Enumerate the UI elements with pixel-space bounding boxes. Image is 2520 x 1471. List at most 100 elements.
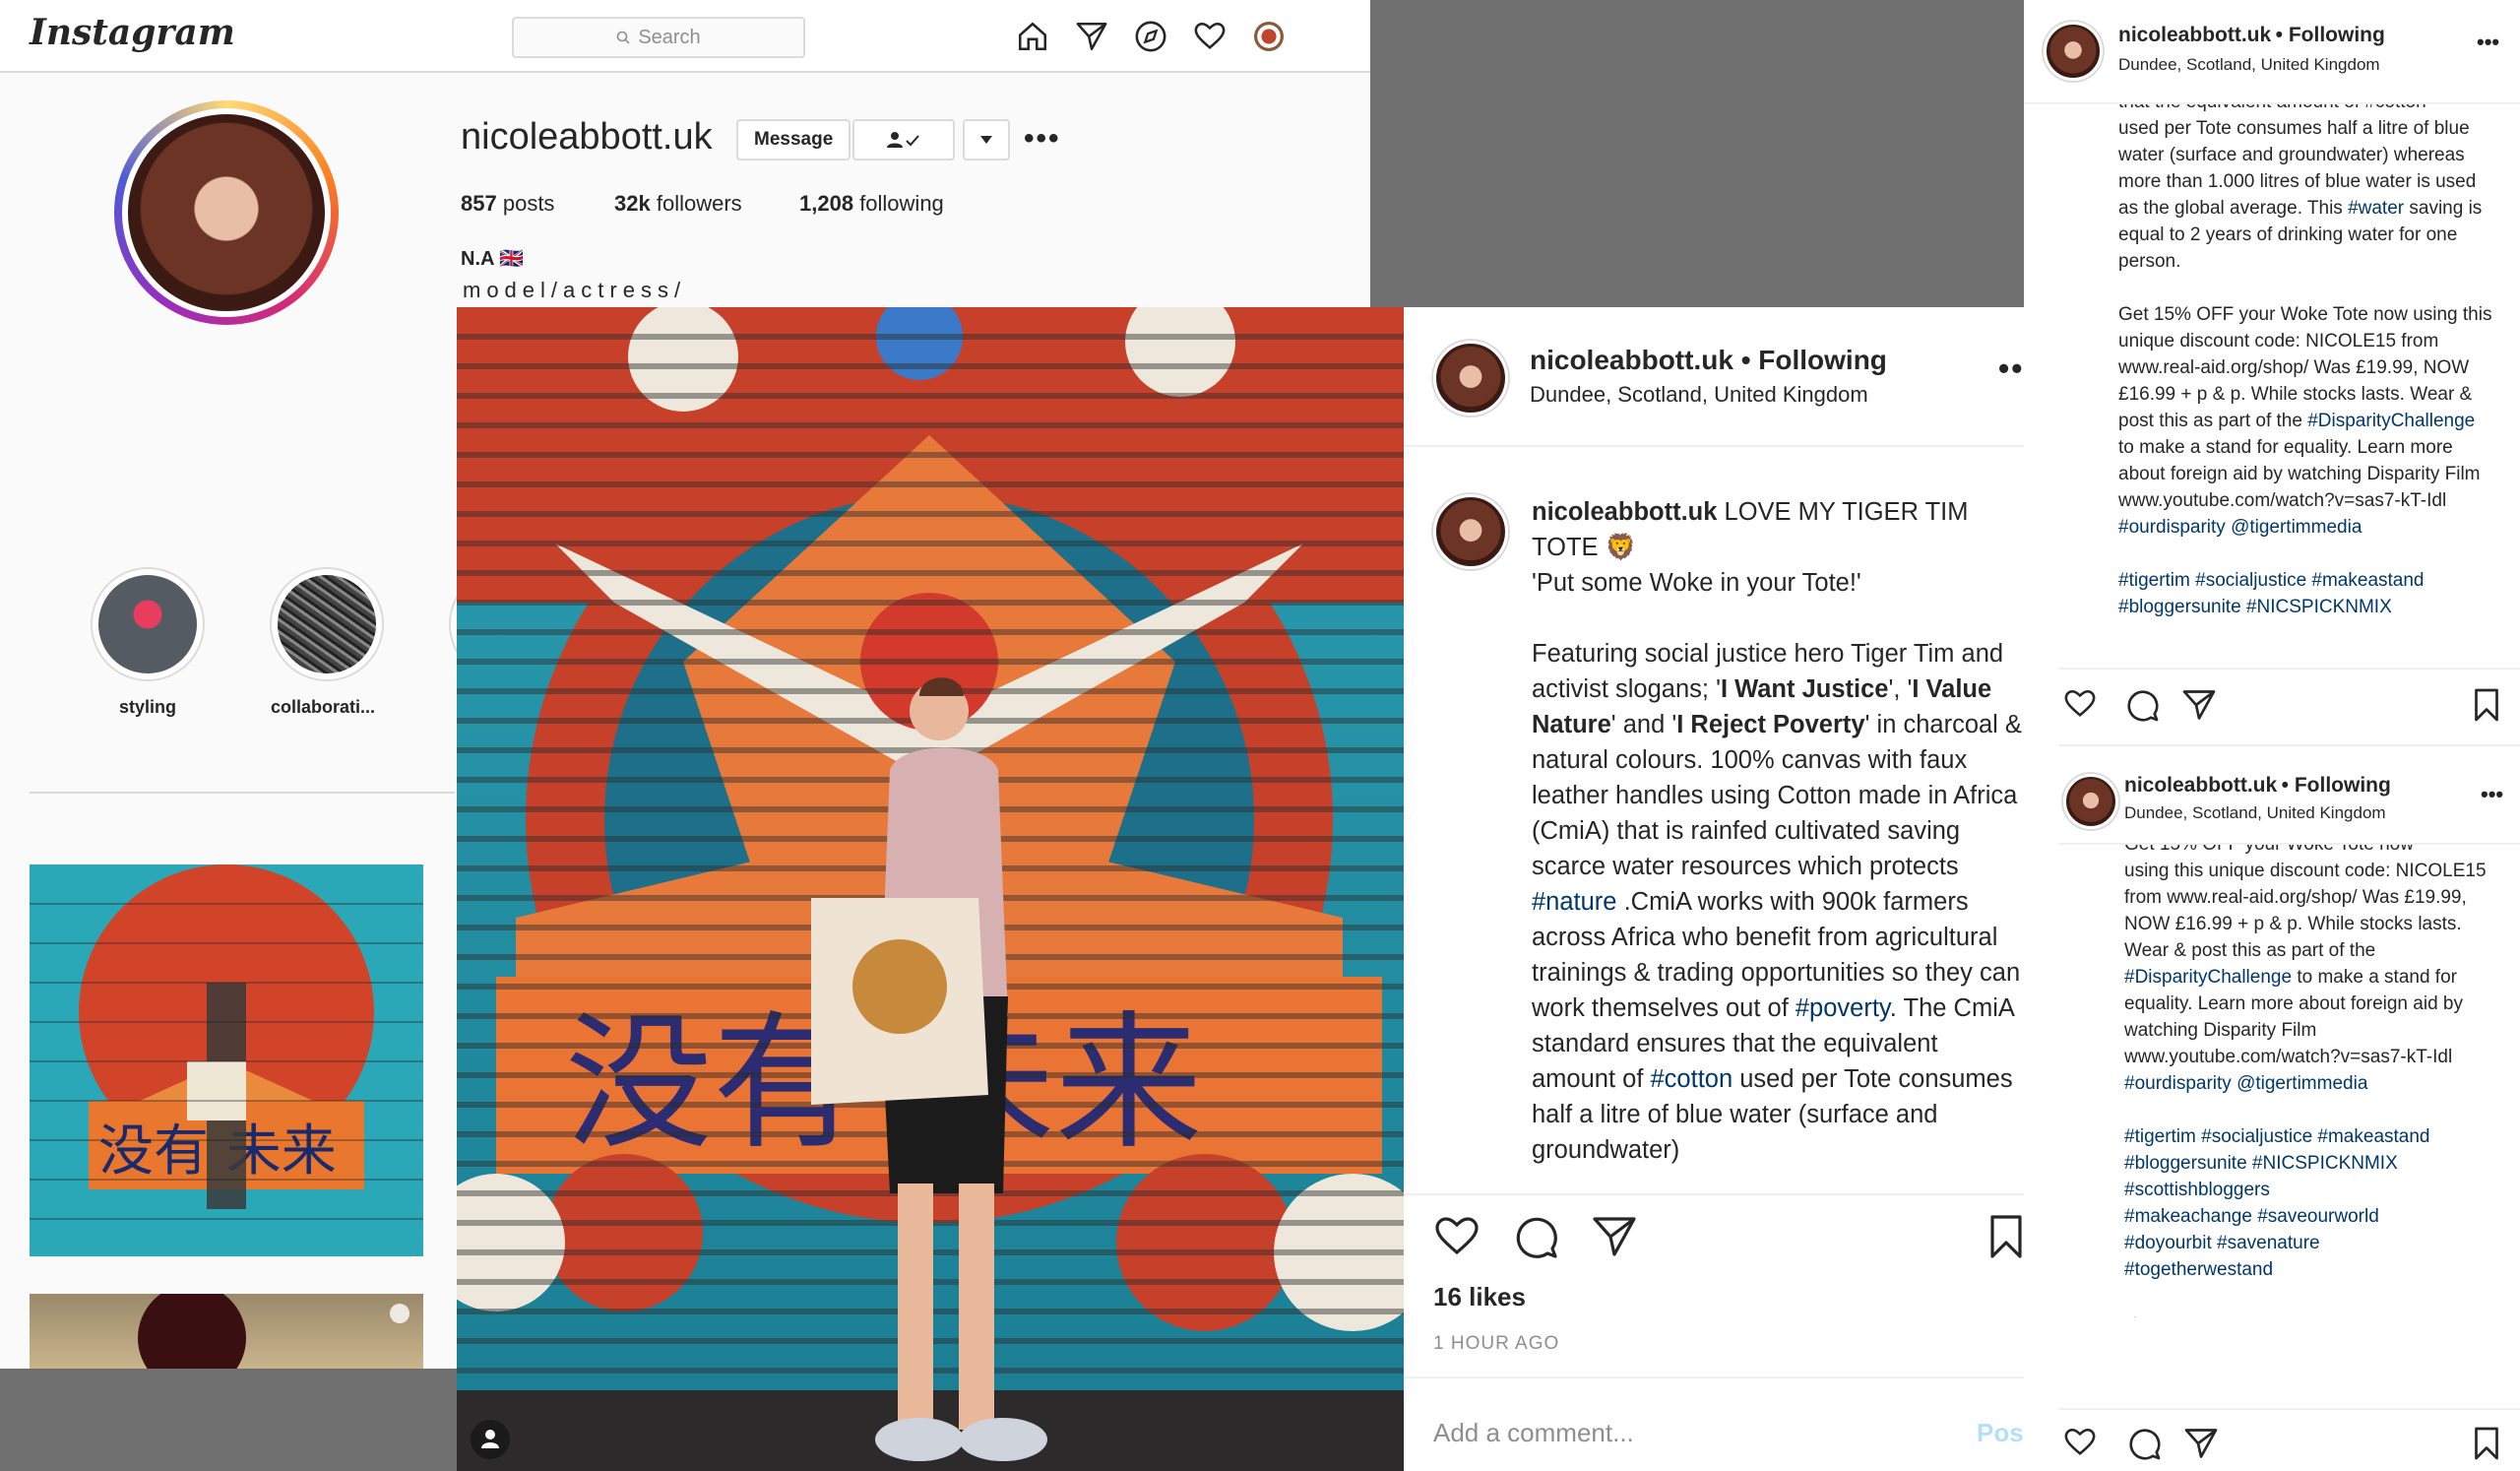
tagged-users-icon[interactable] — [471, 1420, 510, 1459]
hashtags-line-4[interactable]: #makeachange #saveourworld — [2124, 1206, 2379, 1227]
profile-divider — [30, 792, 455, 794]
direct-message-icon[interactable] — [1075, 20, 1108, 53]
post-detail-panel: nicoleabbott.uk • Following Dundee, Scot… — [1404, 307, 2059, 1471]
highlight-collaborations[interactable] — [270, 567, 384, 681]
comment-icon[interactable] — [2124, 687, 2160, 723]
comment-icon[interactable] — [2126, 1426, 2162, 1461]
mention-tigertimmedia[interactable]: @tigertimmedia — [2236, 1073, 2367, 1094]
followers-count: 32k — [614, 191, 651, 216]
grid-post-thumbnail-2[interactable] — [30, 1294, 423, 1369]
more-options-icon[interactable]: ••• — [2481, 782, 2503, 807]
like-heart-icon[interactable] — [1433, 1213, 1480, 1260]
hashtag-nature[interactable]: #nature — [1532, 888, 1617, 916]
like-heart-icon[interactable] — [2063, 1426, 2097, 1459]
instagram-logo[interactable]: Instagram — [30, 12, 235, 53]
add-comment-input[interactable]: Add a comment... — [1433, 1418, 1634, 1448]
actions-divider — [1404, 1193, 2059, 1195]
posts-stat: 857 posts — [461, 191, 554, 217]
message-button[interactable]: Message — [736, 119, 851, 160]
save-bookmark-icon[interactable] — [1983, 1213, 2030, 1260]
explore-icon[interactable] — [1134, 20, 1167, 53]
right-top-avatar[interactable] — [2044, 22, 2103, 81]
profile-avatar-nav-icon[interactable] — [1254, 22, 1284, 51]
hashtags-line-6[interactable]: #togetherwestand — [2124, 1259, 2273, 1280]
right-bottom-top-divider — [2059, 744, 2520, 746]
share-icon[interactable] — [1591, 1213, 1638, 1260]
share-icon[interactable] — [2183, 1426, 2219, 1461]
right-top-actions-divider — [2059, 668, 2520, 670]
hashtag-disparitychallenge[interactable]: #DisparityChallenge — [2307, 411, 2475, 431]
following-label: following — [859, 191, 944, 216]
right-top-caption-area[interactable]: that the equivalent amount of #cotton us… — [2118, 104, 2492, 656]
posts-count: 857 — [461, 191, 497, 216]
mention-tigertimmedia[interactable]: @tigertimmedia — [2231, 517, 2362, 538]
right-top-following[interactable]: • Following — [2276, 24, 2385, 46]
profile-full-name: N.A 🇬🇧 — [461, 248, 525, 270]
hashtags-line-1[interactable]: #tigertim #socialjustice #makeastand — [2124, 1126, 2430, 1147]
right-bottom-caption-area[interactable]: Get 15% OFF your Woke Tote now using thi… — [2124, 845, 2498, 1317]
following-button[interactable] — [852, 119, 955, 160]
hashtags-line-2[interactable]: #bloggersunite #NICSPICKNMIX — [2124, 1153, 2398, 1174]
right-top-cut-line: that the equivalent amount of #cotton — [2118, 104, 2426, 112]
home-icon[interactable] — [1016, 20, 1049, 53]
hashtag-ourdisparity[interactable]: #ourdisparity — [2118, 517, 2226, 538]
right-post-panels: nicoleabbott.uk • Following Dundee, Scot… — [2024, 0, 2520, 1471]
highlight-label-styling: styling — [118, 697, 176, 717]
grid-post-thumbnail-1[interactable]: 没有 未来 — [30, 864, 423, 1256]
highlight-styling[interactable] — [91, 567, 205, 681]
more-options-icon[interactable]: ••• — [2477, 30, 2499, 55]
followers-stat[interactable]: 32k followers — [614, 191, 742, 217]
search-input[interactable]: Search — [512, 17, 805, 58]
multi-post-icon — [390, 1304, 410, 1323]
hashtags-line-3[interactable]: #scottishbloggers — [2124, 1180, 2270, 1200]
highlight-collaborations-cover — [278, 575, 376, 673]
right-top-username[interactable]: nicoleabbott.uk — [2118, 24, 2271, 46]
share-icon[interactable] — [2181, 687, 2217, 723]
right-bottom-cut-line: Get 15% OFF your Woke Tote now — [2124, 845, 2414, 855]
caption-scroll-area[interactable]: nicoleabbott.uk LOVE MY TIGER TIM TOTE 🦁… — [1404, 307, 2059, 1185]
right-bottom-username[interactable]: nicoleabbott.uk — [2124, 774, 2277, 797]
right-bottom-time: 1h — [2124, 1315, 2142, 1317]
hashtag-cotton[interactable]: #cotton — [1651, 1065, 1733, 1093]
following-stat[interactable]: 1,208 following — [799, 191, 944, 217]
right-bottom-actions-divider — [2059, 1408, 2520, 1410]
person-icon — [481, 1430, 499, 1448]
highlight-styling-cover — [98, 575, 197, 673]
right-bottom-text-c: using this unique discount code: NICOLE1… — [2124, 861, 2487, 961]
hashtags-line[interactable]: #tigertim #socialjustice #makeastand — [2118, 570, 2425, 591]
like-heart-icon[interactable] — [2063, 687, 2097, 721]
posts-label: posts — [502, 191, 555, 216]
right-bottom-avatar[interactable] — [2063, 774, 2118, 829]
post-image[interactable]: 没有 未来 — [457, 307, 1404, 1471]
hashtags-line-5[interactable]: #doyourbit #savenature — [2124, 1233, 2320, 1253]
right-top-location[interactable]: Dundee, Scotland, United Kingdom — [2118, 55, 2380, 75]
profile-username: nicoleabbott.uk — [461, 116, 713, 158]
right-bottom-caption: Get 15% OFF your Woke Tote now using thi… — [2124, 845, 2498, 1317]
activity-heart-icon[interactable] — [1193, 20, 1227, 53]
hashtag-water[interactable]: #water — [2348, 198, 2404, 219]
slogan-3: I Reject Poverty — [1676, 711, 1865, 738]
post-caption: nicoleabbott.uk LOVE MY TIGER TIM TOTE 🦁… — [1532, 494, 2024, 1185]
hashtags-cut-line[interactable]: #bloggersunite #NICSPICKNMIX — [2118, 597, 2392, 617]
save-bookmark-icon[interactable] — [2469, 1426, 2504, 1461]
suggested-dropdown-button[interactable] — [963, 119, 1010, 160]
hashtag-disparitychallenge[interactable]: #DisparityChallenge — [2124, 967, 2292, 988]
search-icon — [617, 31, 630, 44]
caption-quote: 'Put some Woke in your Tote!' — [1532, 569, 1861, 597]
caption-sep-1: ', ' — [1888, 675, 1913, 703]
hashtag-poverty[interactable]: #poverty — [1796, 994, 1890, 1022]
likes-count[interactable]: 16 likes — [1433, 1282, 1526, 1312]
hashtag-ourdisparity[interactable]: #ourdisparity — [2124, 1073, 2232, 1094]
followers-label: followers — [656, 191, 742, 216]
post-timestamp[interactable]: 1 HOUR AGO — [1433, 1333, 1559, 1355]
profile-bio: model/actress/ — [463, 278, 687, 302]
save-bookmark-icon[interactable] — [2469, 687, 2504, 723]
following-count: 1,208 — [799, 191, 854, 216]
caption-username[interactable]: nicoleabbott.uk — [1532, 498, 1717, 526]
right-bottom-following[interactable]: • Following — [2282, 774, 2391, 797]
caption-author-avatar[interactable] — [1433, 494, 1508, 569]
comment-icon[interactable] — [1512, 1213, 1559, 1260]
more-options-icon[interactable]: ••• — [1024, 122, 1061, 156]
profile-avatar[interactable] — [128, 114, 325, 311]
right-bottom-location[interactable]: Dundee, Scotland, United Kingdom — [2124, 803, 2386, 823]
